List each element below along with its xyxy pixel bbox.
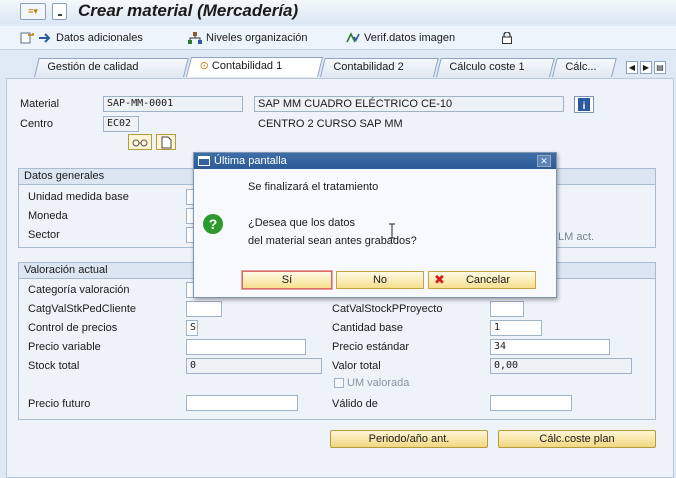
- planned-costing-button[interactable]: Cálc.coste plan: [498, 430, 656, 448]
- svg-text:?: ?: [209, 216, 218, 232]
- info-icon: i: [578, 98, 590, 112]
- close-icon[interactable]: ✕: [537, 155, 551, 167]
- tab-strip: Gestión de calidad ⊙ Contabilidad 1 Cont…: [0, 52, 676, 78]
- additional-data-label: Datos adicionales: [56, 32, 143, 44]
- dialog-window-icon: [198, 156, 210, 166]
- moving-price-label: Precio variable: [28, 341, 101, 353]
- lock-button[interactable]: [500, 30, 514, 46]
- tab-costing-1[interactable]: Cálculo coste 1: [436, 58, 555, 77]
- valuated-uom-label: UM valorada: [347, 377, 410, 389]
- additional-data-button[interactable]: Datos adicionales: [20, 30, 143, 46]
- future-price-field[interactable]: [186, 395, 298, 411]
- page-arrow-icon: [20, 32, 34, 44]
- valuated-uom-checkbox[interactable]: [334, 378, 344, 388]
- svg-text:i: i: [583, 101, 586, 112]
- plant-label: Centro: [20, 118, 54, 130]
- material-description-field: SAP MM CUADRO ELÉCTRICO CE-10: [254, 96, 564, 112]
- tab-scroll-left-icon[interactable]: ◀: [626, 61, 638, 74]
- price-unit-label: Cantidad base: [332, 322, 403, 334]
- valuation-class-label: Categoría valoración: [28, 284, 130, 296]
- lock-icon: [500, 31, 514, 44]
- valid-from-field[interactable]: [490, 395, 572, 411]
- price-control-label: Control de precios: [28, 322, 118, 334]
- org-structure-icon: [188, 32, 202, 44]
- text-cursor-icon: [389, 223, 395, 239]
- dialog-message: Se finalizará el tratamiento: [248, 181, 379, 193]
- total-value-label: Valor total: [332, 360, 381, 372]
- cancel-button[interactable]: ✖ Cancelar: [428, 271, 536, 289]
- glasses-icon: [132, 139, 148, 147]
- info-button[interactable]: i: [574, 96, 594, 113]
- project-stock-vc-field[interactable]: [490, 301, 524, 317]
- check-screen-data-label: Verif.datos imagen: [364, 32, 456, 44]
- vc-sales-order-stock-field[interactable]: [186, 301, 222, 317]
- yes-button[interactable]: Sí: [242, 271, 332, 289]
- material-field: SAP-MM-0001: [103, 96, 243, 112]
- future-price-label: Precio futuro: [28, 398, 91, 410]
- plant-field: EC02: [103, 116, 139, 132]
- material-label: Material: [20, 98, 60, 110]
- document-icon: [161, 136, 172, 149]
- project-stock-vc-label: CatValStockPProyecto: [332, 303, 443, 315]
- vc-sales-order-stock-label: CatgValStkPedCliente: [28, 303, 137, 315]
- org-levels-small-button[interactable]: [128, 134, 152, 150]
- dialog-title: Última pantalla: [194, 153, 556, 169]
- base-uom-label: Unidad medida base: [28, 191, 129, 203]
- currency-label: Moneda: [28, 210, 68, 222]
- valid-from-label: Válido de: [332, 398, 378, 410]
- moving-price-field[interactable]: [186, 339, 306, 355]
- tab-list-icon[interactable]: ▤: [654, 61, 666, 74]
- tab-scroll-right-icon[interactable]: ▶: [640, 61, 652, 74]
- command-field-toggle[interactable]: [52, 3, 67, 20]
- application-toolbar: Datos adicionales Niveles organización V…: [0, 26, 676, 50]
- title-bar: ≡▾ Crear material (Mercadería): [0, 0, 676, 24]
- new-document-button[interactable]: [156, 134, 176, 150]
- check-screen-data-button[interactable]: Verif.datos imagen: [346, 30, 455, 46]
- standard-price-field[interactable]: 34: [490, 339, 610, 355]
- cancel-icon: ✖: [434, 272, 445, 287]
- tab-active-icon: ⊙: [199, 60, 209, 72]
- window-title: Crear material (Mercadería): [78, 1, 299, 20]
- total-stock-label: Stock total: [28, 360, 80, 372]
- tab-costing-more[interactable]: Cálc...: [552, 58, 617, 77]
- tab-accounting-1[interactable]: ⊙ Contabilidad 1: [186, 57, 323, 77]
- price-control-field[interactable]: S: [186, 320, 198, 336]
- org-levels-button[interactable]: Niveles organización: [188, 30, 308, 46]
- arrow-right-icon: [38, 32, 52, 44]
- plant-description: CENTRO 2 CURSO SAP MM: [258, 118, 403, 130]
- last-screen-dialog: Última pantalla ✕ Se finalizará el trata…: [193, 152, 557, 298]
- sap-menu-icon[interactable]: ≡▾: [20, 3, 46, 20]
- question-icon: ?: [203, 214, 223, 234]
- sector-label: Sector: [28, 229, 60, 241]
- price-unit-field[interactable]: 1: [490, 320, 542, 336]
- standard-price-label: Precio estándar: [332, 341, 410, 353]
- org-levels-label: Niveles organización: [206, 32, 308, 44]
- tab-quality-management[interactable]: Gestión de calidad: [34, 58, 189, 77]
- check-data-icon: [346, 32, 360, 44]
- no-button[interactable]: No: [336, 271, 424, 289]
- total-value-field: 0,00: [490, 358, 632, 374]
- tab-accounting-2[interactable]: Contabilidad 2: [320, 58, 439, 77]
- ml-act-label: LM act.: [558, 231, 595, 243]
- dialog-question-line1: ¿Desea que los datos: [248, 217, 356, 229]
- total-stock-field: 0: [186, 358, 322, 374]
- previous-period-button[interactable]: Periodo/año ant.: [330, 430, 488, 448]
